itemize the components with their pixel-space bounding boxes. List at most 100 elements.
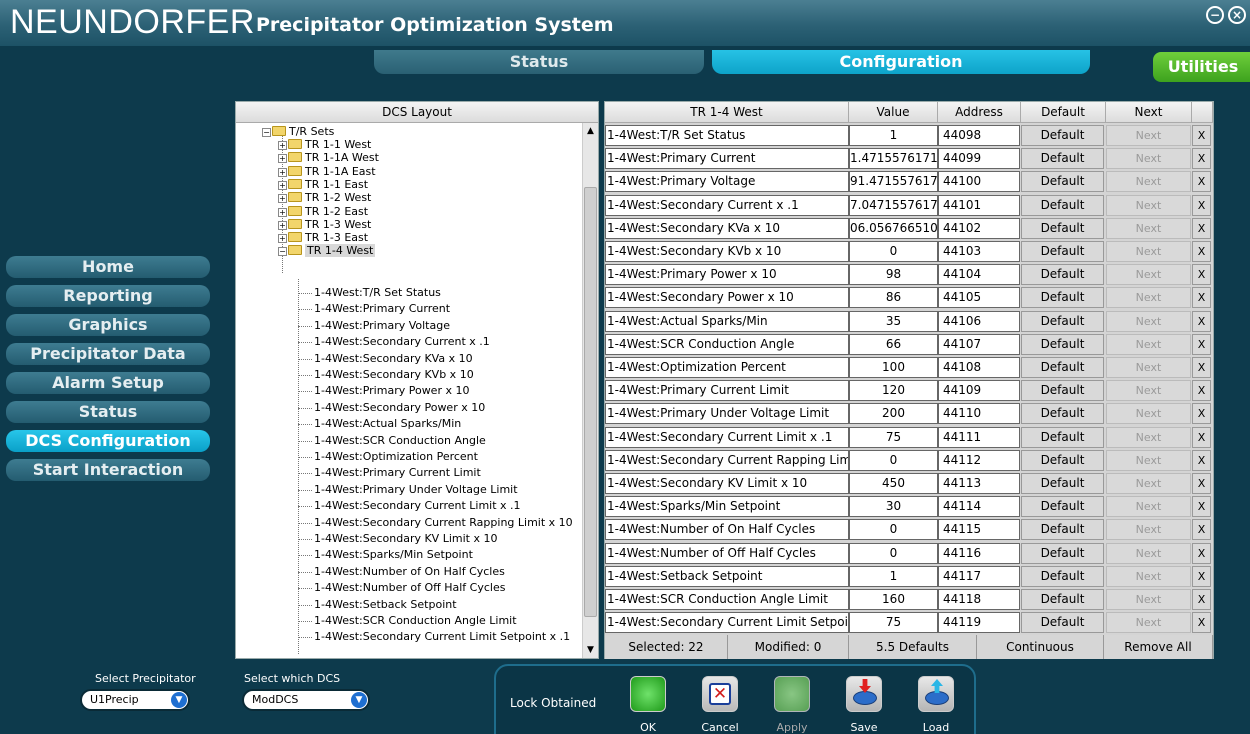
minimize-icon[interactable]: − [1206,6,1224,24]
tree-leaf-node[interactable]: 1-4West:SCR Conduction Angle [314,434,486,447]
apply-button[interactable] [774,676,810,712]
register-address-input[interactable]: 44114 [938,496,1020,518]
default-button[interactable]: Default [1021,449,1104,471]
nav-home[interactable]: Home [6,256,210,278]
tree-leaf-node[interactable]: 1-4West:Secondary Power x 10 [314,401,485,414]
collapse-icon[interactable]: − [278,247,287,257]
expand-icon[interactable]: + [278,207,287,217]
tree-leaf-node[interactable]: 1-4West:Actual Sparks/Min [314,417,461,430]
default-button[interactable]: Default [1021,194,1104,216]
expand-icon[interactable]: + [278,234,287,244]
default-button[interactable]: Default [1021,287,1104,309]
next-button[interactable]: Next [1106,380,1191,402]
next-button[interactable]: Next [1106,542,1191,564]
tree-body[interactable]: − T/R Sets + TR 1-1 West + TR 1-1A West + TR 1… [236,123,598,658]
tree-leaf-node[interactable]: 1-4West:Secondary KVa x 10 [314,352,473,365]
register-address-input[interactable]: 44102 [938,217,1020,239]
tree-leaf-node[interactable]: 1-4West:Secondary KV Limit x 10 [314,532,497,545]
expand-icon[interactable]: + [278,154,287,164]
next-button[interactable]: Next [1106,496,1191,518]
next-button[interactable]: Next [1106,403,1191,425]
remove-row-button[interactable]: X [1192,519,1211,541]
remove-all-button[interactable]: Remove All [1104,635,1213,659]
remove-row-button[interactable]: X [1192,449,1211,471]
remove-row-button[interactable]: X [1192,241,1211,262]
next-button[interactable]: Next [1106,125,1191,146]
default-button[interactable]: Default [1021,542,1104,564]
tree-set-node[interactable]: + TR 1-1A West [278,151,379,164]
expand-icon[interactable]: + [278,220,287,230]
load-button[interactable] [918,676,954,712]
register-address-input[interactable]: 44113 [938,473,1020,494]
scroll-thumb[interactable] [584,187,597,617]
remove-row-button[interactable]: X [1192,542,1211,564]
tree-leaf-node[interactable]: 1-4West:Primary Voltage [314,319,450,332]
expand-icon[interactable]: + [278,194,287,204]
remove-row-button[interactable]: X [1192,264,1211,286]
defaults-button[interactable]: 5.5 Defaults [849,635,977,659]
default-button[interactable]: Default [1021,612,1104,634]
nav-start-interaction[interactable]: Start Interaction [6,459,210,481]
default-button[interactable]: Default [1021,519,1104,541]
default-button[interactable]: Default [1021,333,1104,355]
tree-set-node[interactable]: + TR 1-1 West [278,138,371,151]
tree-leaf-node[interactable]: 1-4West:T/R Set Status [314,286,441,299]
register-address-input[interactable]: 44103 [938,241,1020,262]
tree-set-node[interactable]: + TR 1-1 East [278,178,368,191]
tree-leaf-node[interactable]: 1-4West:Secondary Current Rapping Limit … [314,516,573,529]
remove-row-button[interactable]: X [1192,333,1211,355]
default-button[interactable]: Default [1021,171,1104,193]
remove-row-button[interactable]: X [1192,426,1211,448]
remove-row-button[interactable]: X [1192,589,1211,610]
precipitator-select[interactable]: U1Precip ▼ [80,689,190,711]
default-button[interactable]: Default [1021,264,1104,286]
remove-row-button[interactable]: X [1192,310,1211,332]
remove-row-button[interactable]: X [1192,287,1211,309]
expand-icon[interactable]: + [278,141,287,150]
next-button[interactable]: Next [1106,194,1191,216]
tab-utilities[interactable]: Utilities [1153,52,1250,82]
tree-leaf-node[interactable]: 1-4West:SCR Conduction Angle Limit [314,614,517,627]
tree-leaf-node[interactable]: 1-4West:Primary Power x 10 [314,384,469,397]
default-button[interactable]: Default [1021,357,1104,378]
tree-set-node[interactable]: + TR 1-1A East [278,165,376,178]
tab-status[interactable]: Status [374,50,704,74]
tree-root-node[interactable]: − T/R Sets [262,125,334,138]
tab-configuration[interactable]: Configuration [712,50,1090,74]
register-address-input[interactable]: 44098 [938,125,1020,146]
nav-reporting[interactable]: Reporting [6,285,210,307]
register-address-input[interactable]: 44110 [938,403,1020,425]
nav-status[interactable]: Status [6,401,210,423]
register-address-input[interactable]: 44108 [938,357,1020,378]
default-button[interactable]: Default [1021,473,1104,494]
scroll-down-icon[interactable]: ▼ [583,642,598,658]
remove-row-button[interactable]: X [1192,612,1211,634]
expand-icon[interactable]: + [278,167,287,177]
nav-precipitator-data[interactable]: Precipitator Data [6,343,210,365]
tree-set-node[interactable]: + TR 1-2 East [278,205,368,218]
default-button[interactable]: Default [1021,496,1104,518]
default-button[interactable]: Default [1021,426,1104,448]
remove-row-button[interactable]: X [1192,148,1211,170]
tree-leaf-node[interactable]: 1-4West:Number of Off Half Cycles [314,581,505,594]
tree-leaf-node[interactable]: 1-4West:Secondary Current Limit x .1 [314,499,521,512]
tree-leaf-node[interactable]: 1-4West:Sparks/Min Setpoint [314,548,473,561]
default-button[interactable]: Default [1021,148,1104,170]
next-button[interactable]: Next [1106,171,1191,193]
tree-set-node[interactable]: + TR 1-3 West [278,218,371,231]
cancel-button[interactable]: ✕ [702,676,738,712]
tree-leaf-node[interactable]: 1-4West:Optimization Percent [314,450,478,463]
default-button[interactable]: Default [1021,589,1104,610]
default-button[interactable]: Default [1021,241,1104,262]
nav-alarm-setup[interactable]: Alarm Setup [6,372,210,394]
register-address-input[interactable]: 44106 [938,310,1020,332]
save-button[interactable] [846,676,882,712]
next-button[interactable]: Next [1106,426,1191,448]
default-button[interactable]: Default [1021,217,1104,239]
register-address-input[interactable]: 44112 [938,449,1020,471]
remove-row-button[interactable]: X [1192,380,1211,402]
tree-scrollbar[interactable]: ▲ ▼ [582,123,598,658]
next-button[interactable]: Next [1106,333,1191,355]
default-button[interactable]: Default [1021,403,1104,425]
next-button[interactable]: Next [1106,565,1191,587]
